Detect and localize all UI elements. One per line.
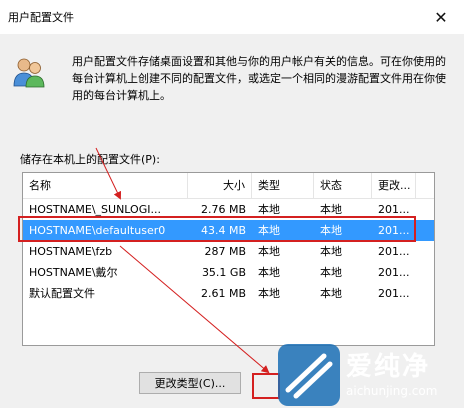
cell-type: 本地 xyxy=(258,245,280,258)
close-button[interactable]: ✕ xyxy=(418,0,464,34)
description-text: 用户配置文件存储桌面设置和其他与你的用户帐户有关的信息。可在你使用的每台计算机上… xyxy=(72,55,446,102)
close-icon: ✕ xyxy=(434,7,448,27)
watermark-logo-icon xyxy=(278,344,340,406)
cell-name: HOSTNAME\_SUNLOGI... xyxy=(29,203,161,216)
column-header-changed[interactable]: 更改... xyxy=(372,173,416,198)
cell-status: 本地 xyxy=(320,224,342,237)
cell-type: 本地 xyxy=(258,266,280,279)
column-header-name[interactable]: 名称 xyxy=(23,173,188,198)
table-row[interactable]: HOSTNAME\_SUNLOGI... 2.76 MB 本地 本地 201..… xyxy=(23,199,434,220)
cell-changed: 201... xyxy=(378,224,410,237)
change-type-button[interactable]: 更改类型(C)... xyxy=(139,372,241,394)
column-header-size[interactable]: 大小 xyxy=(188,173,252,198)
cell-type: 本地 xyxy=(258,224,280,237)
cell-changed: 201... xyxy=(378,266,410,279)
cell-name: HOSTNAME\defaultuser0 xyxy=(29,224,166,237)
cell-size: 287 MB xyxy=(204,245,246,258)
cell-type: 本地 xyxy=(258,287,280,300)
table-row-selected[interactable]: HOSTNAME\defaultuser0 43.4 MB 本地 本地 201.… xyxy=(23,220,434,241)
cell-changed: 201... xyxy=(378,203,410,216)
cell-size: 2.61 MB xyxy=(200,287,246,300)
cell-status: 本地 xyxy=(320,203,342,216)
annotated-button[interactable] xyxy=(252,373,280,399)
cell-status: 本地 xyxy=(320,245,342,258)
cell-size: 43.4 MB xyxy=(200,224,246,237)
cell-changed: 201... xyxy=(378,287,410,300)
window-title: 用户配置文件 xyxy=(8,11,74,24)
table-row[interactable]: HOSTNAME\fzb 287 MB 本地 本地 201... xyxy=(23,241,434,262)
cell-status: 本地 xyxy=(320,266,342,279)
list-header: 名称 大小 类型 状态 更改... xyxy=(23,173,434,199)
watermark: 爱纯净 aichunjing.com xyxy=(278,344,464,408)
watermark-brand: 爱纯净 xyxy=(346,352,431,382)
watermark-url: aichunjing.com xyxy=(346,384,438,398)
table-row[interactable]: 默认配置文件 2.61 MB 本地 本地 201... xyxy=(23,283,434,304)
cell-status: 本地 xyxy=(320,287,342,300)
column-header-status[interactable]: 状态 xyxy=(314,173,372,198)
table-row[interactable]: HOSTNAME\戴尔 35.1 GB 本地 本地 201... xyxy=(23,262,434,283)
column-header-type[interactable]: 类型 xyxy=(252,173,314,198)
cell-name: HOSTNAME\戴尔 xyxy=(29,266,118,279)
cell-name: HOSTNAME\fzb xyxy=(29,245,113,258)
profiles-list-label: 储存在本机上的配置文件(P): xyxy=(20,153,160,166)
cell-type: 本地 xyxy=(258,203,280,216)
title-bar: 用户配置文件 ✕ xyxy=(0,0,464,34)
cell-size: 35.1 GB xyxy=(201,266,246,279)
cell-name: 默认配置文件 xyxy=(29,287,95,300)
profiles-list[interactable]: 名称 大小 类型 状态 更改... HOSTNAME\_SUNLOGI... 2… xyxy=(22,172,435,346)
users-icon xyxy=(13,58,45,88)
cell-size: 2.76 MB xyxy=(200,203,246,216)
cell-changed: 201... xyxy=(378,245,410,258)
